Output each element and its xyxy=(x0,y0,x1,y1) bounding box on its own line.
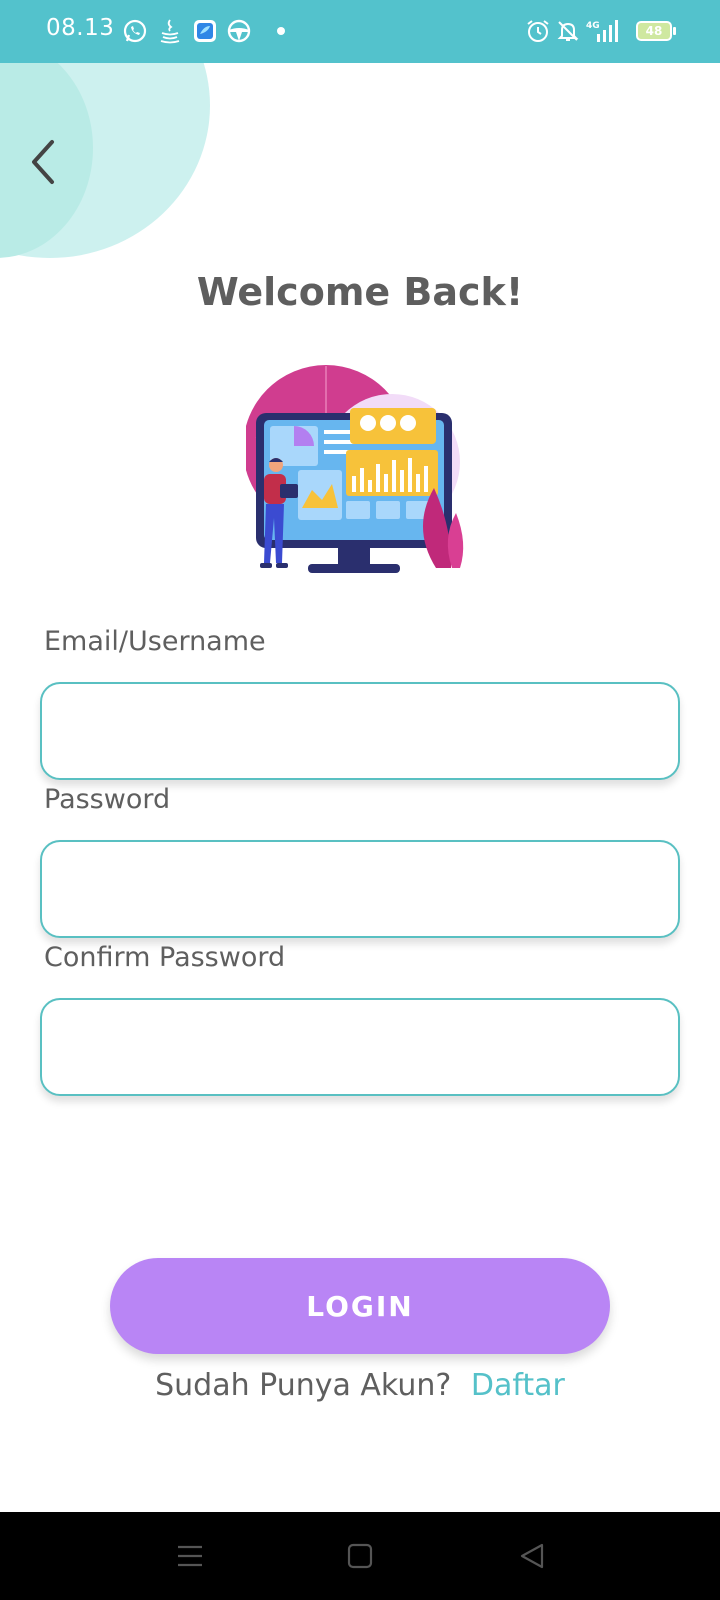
app-icon xyxy=(194,20,216,42)
status-bar: 08.13 4G 48 xyxy=(0,0,720,63)
back-button[interactable] xyxy=(20,130,68,190)
signal-4g-icon: 4G xyxy=(586,20,618,42)
navigation-bar xyxy=(0,1512,720,1600)
back-triangle-icon[interactable] xyxy=(514,1538,550,1574)
whatsapp-icon xyxy=(123,19,147,43)
svg-text:4G: 4G xyxy=(586,21,600,31)
dashboard-illustration xyxy=(246,365,464,573)
email-label: Email/Username xyxy=(44,626,266,657)
battery-cap xyxy=(673,27,676,35)
steering-icon xyxy=(227,19,251,43)
status-time: 08.13 xyxy=(46,15,115,41)
page-title: Welcome Back! xyxy=(196,270,524,314)
register-prompt: Sudah Punya Akun? xyxy=(155,1368,452,1403)
password-label: Password xyxy=(44,784,171,815)
bell-off-icon xyxy=(557,21,579,41)
confirm-password-input[interactable] xyxy=(40,998,680,1096)
home-square-icon[interactable] xyxy=(342,1538,378,1574)
alarm-icon xyxy=(527,20,549,42)
battery-icon: 48 xyxy=(636,21,672,41)
login-button[interactable]: LOGIN xyxy=(110,1258,610,1354)
register-row: Sudah Punya Akun? Daftar xyxy=(0,1368,720,1403)
email-input[interactable] xyxy=(40,682,680,780)
dot-icon xyxy=(277,27,285,35)
java-icon xyxy=(160,19,180,44)
chevron-left-icon xyxy=(32,140,54,184)
menu-icon[interactable] xyxy=(172,1538,208,1574)
password-input[interactable] xyxy=(40,840,680,938)
confirm-password-label: Confirm Password xyxy=(44,942,286,973)
register-link[interactable]: Daftar xyxy=(471,1368,565,1403)
